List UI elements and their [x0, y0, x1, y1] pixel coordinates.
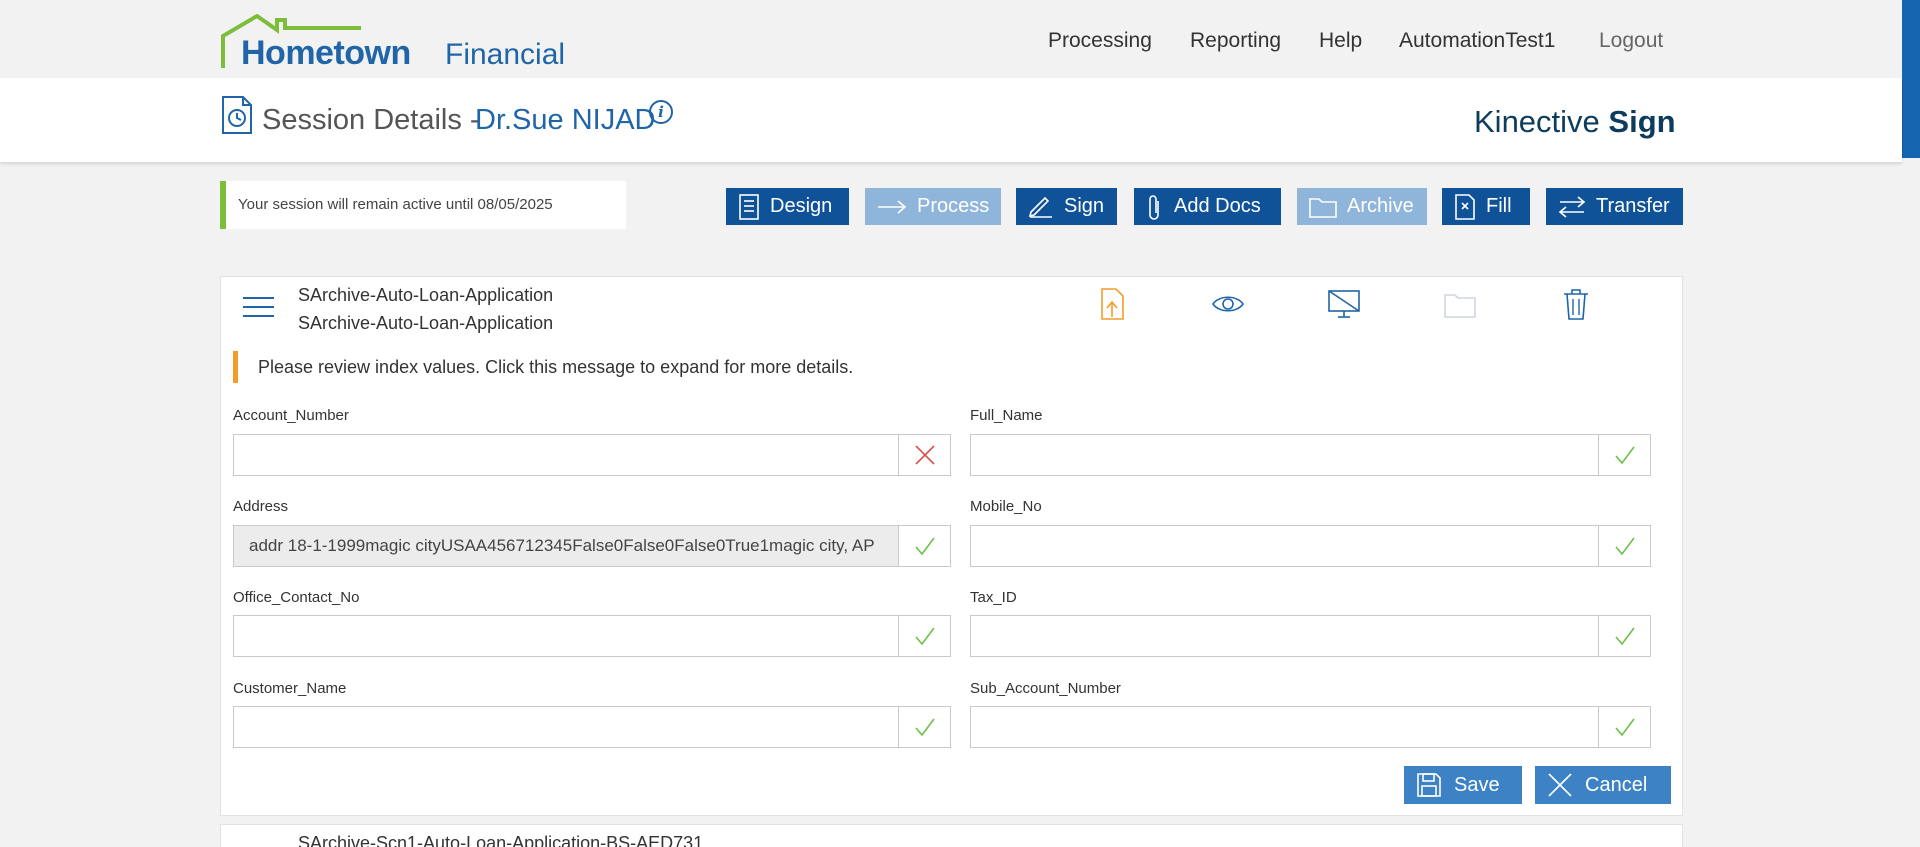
transfer-arrows-icon [1558, 195, 1586, 218]
session-notice: Your session will remain active until 08… [220, 181, 626, 229]
customer-name-input[interactable] [234, 707, 899, 747]
next-document-title: SArchive-Scn1-Auto-Loan-Application-BS-A… [298, 833, 704, 847]
cancel-label: Cancel [1585, 773, 1648, 796]
document-card: SArchive-Auto-Loan-Application SArchive-… [220, 276, 1683, 816]
valid-status [898, 707, 950, 747]
pen-icon [1028, 196, 1052, 218]
transfer-button[interactable]: Transfer [1546, 188, 1683, 225]
add-docs-label: Add Docs [1174, 195, 1261, 217]
no-display-icon[interactable] [1327, 287, 1361, 321]
checkmark-icon [1614, 446, 1635, 465]
checkmark-icon [1614, 718, 1635, 737]
session-history-icon [222, 96, 252, 134]
full-name-input[interactable] [971, 435, 1599, 475]
address-label: Address [233, 498, 289, 515]
office-contact-no-input[interactable] [234, 616, 899, 656]
paperclip-icon [1149, 194, 1159, 220]
fill-document-icon [1455, 193, 1475, 220]
upload-icon[interactable] [1095, 287, 1129, 321]
checkmark-icon [914, 718, 935, 737]
trash-icon[interactable] [1559, 287, 1593, 321]
mobile-no-label: Mobile_No [970, 498, 1042, 515]
nav-user-account[interactable]: AutomationTest1 [1399, 29, 1555, 53]
fill-button[interactable]: Fill [1442, 188, 1530, 225]
nav-logout[interactable]: Logout [1599, 29, 1663, 53]
valid-status [1598, 526, 1650, 566]
kinective-sign-logo: Kinective Sign [1474, 104, 1676, 140]
tax-id-field [970, 615, 1651, 657]
account-number-field [233, 434, 951, 476]
save-button[interactable]: Save [1404, 766, 1522, 804]
close-icon [1548, 773, 1572, 797]
tax-id-input[interactable] [971, 616, 1599, 656]
sub-account-number-field [970, 706, 1651, 748]
customer-name-field [233, 706, 951, 748]
office-contact-no-field [233, 615, 951, 657]
checkmark-icon [1614, 627, 1635, 646]
account-number-label: Account_Number [233, 407, 349, 424]
floppy-disk-icon [1417, 773, 1441, 797]
list-icon [739, 193, 759, 220]
arrow-right-icon [878, 199, 907, 214]
sign-button[interactable]: Sign [1016, 188, 1117, 225]
side-accent-bar [1902, 0, 1920, 158]
menu-icon[interactable] [243, 297, 274, 319]
office-contact-no-label: Office_Contact_No [233, 589, 360, 606]
product-name-a: Kinective [1474, 104, 1600, 139]
document-title: SArchive-Auto-Loan-Application [298, 285, 554, 305]
valid-status [1598, 435, 1650, 475]
valid-status [1598, 616, 1650, 656]
nav-reporting[interactable]: Reporting [1190, 29, 1281, 53]
valid-status [898, 616, 950, 656]
process-button[interactable]: Process [865, 188, 1001, 225]
checkmark-icon [1614, 537, 1635, 556]
hometown-financial-logo[interactable]: Hometown Financial [221, 14, 565, 72]
index-review-warning[interactable]: Please review index values. Click this m… [233, 351, 873, 383]
page-header: Session Details - Dr.Sue NIJAD i Kinecti… [0, 78, 1902, 162]
fill-label: Fill [1486, 195, 1512, 217]
folder-icon[interactable] [1443, 287, 1477, 321]
mobile-no-input[interactable] [971, 526, 1599, 566]
sub-account-number-label: Sub_Account_Number [970, 680, 1121, 697]
mobile-no-field [970, 525, 1651, 567]
transfer-label: Transfer [1596, 195, 1670, 217]
cancel-button[interactable]: Cancel [1535, 766, 1671, 804]
sign-label: Sign [1064, 195, 1105, 217]
add-docs-button[interactable]: Add Docs [1134, 188, 1281, 225]
brand-name-primary: Hometown [241, 34, 411, 72]
valid-status [898, 526, 950, 566]
top-navigation: Hometown Financial Processing Reporting … [0, 0, 1920, 78]
session-customer-name: Dr.Sue NIJAD [475, 104, 656, 136]
document-subtitle: SArchive-Auto-Loan-Application [298, 313, 554, 333]
folder-icon [1309, 197, 1337, 218]
close-icon [914, 445, 935, 465]
account-number-input[interactable] [234, 435, 899, 475]
full-name-field [970, 434, 1651, 476]
brand-name-secondary: Financial [445, 38, 566, 71]
nav-processing[interactable]: Processing [1048, 29, 1152, 53]
invalid-status [898, 435, 950, 475]
full-name-label: Full_Name [970, 407, 1043, 424]
tax-id-label: Tax_ID [970, 589, 1017, 606]
valid-status [1598, 707, 1650, 747]
address-input[interactable] [234, 526, 899, 566]
nav-help[interactable]: Help [1319, 29, 1362, 53]
info-icon[interactable]: i [649, 100, 673, 124]
page-title: Session Details - [262, 104, 480, 136]
design-button[interactable]: Design [726, 188, 849, 225]
sub-account-number-input[interactable] [971, 707, 1599, 747]
product-name-b: Sign [1608, 104, 1676, 139]
checkmark-icon [914, 537, 935, 556]
checkmark-icon [914, 627, 935, 646]
archive-button[interactable]: Archive [1297, 188, 1427, 225]
customer-name-label: Customer_Name [233, 680, 347, 697]
design-label: Design [770, 195, 833, 217]
next-document-card: SArchive-Scn1-Auto-Loan-Application-BS-A… [220, 824, 1683, 847]
process-label: Process [917, 195, 990, 217]
address-field [233, 525, 951, 567]
archive-label: Archive [1347, 195, 1414, 217]
eye-icon[interactable] [1211, 287, 1245, 321]
save-label: Save [1454, 773, 1500, 796]
